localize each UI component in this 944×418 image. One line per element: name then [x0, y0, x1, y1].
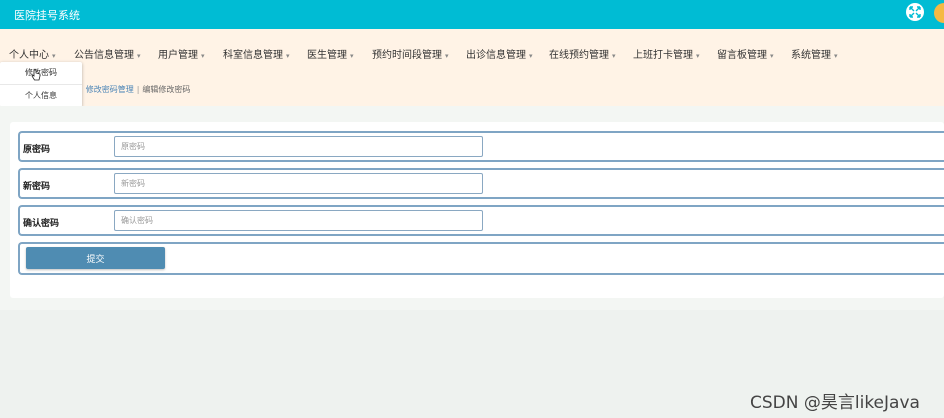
- nav-item-message-board[interactable]: 留言板管理 ▾: [717, 46, 774, 61]
- confirm-password-label: 确认密码: [23, 219, 60, 229]
- chevron-down-icon: ▾: [286, 52, 290, 60]
- dropdown-item-change-password[interactable]: 修改密码: [0, 62, 82, 84]
- top-header: 医院挂号系统: [0, 0, 944, 29]
- hand-cursor-icon: [31, 69, 41, 81]
- watermark: CSDN @昊言likeJava: [750, 393, 920, 413]
- form-row-confirm-password: 确认密码: [18, 205, 944, 236]
- nav-item-time-slots[interactable]: 预约时间段管理 ▾: [372, 46, 449, 61]
- nav-item-clinic-info[interactable]: 出诊信息管理 ▾: [466, 46, 533, 61]
- submit-button[interactable]: 提交: [26, 247, 165, 269]
- chevron-down-icon: ▾: [445, 52, 449, 60]
- nav-item-doctors[interactable]: 医生管理 ▾: [307, 46, 354, 61]
- new-password-input[interactable]: [114, 173, 483, 194]
- form-row-old-password: 原密码: [18, 131, 944, 162]
- form-row-submit: 提交: [18, 242, 944, 275]
- dropdown-item-personal-info[interactable]: 个人信息: [0, 84, 82, 107]
- nav-item-system[interactable]: 系统管理 ▾: [791, 46, 838, 61]
- old-password-input[interactable]: [114, 136, 483, 157]
- chevron-down-icon: ▾: [612, 52, 616, 60]
- fullscreen-icon[interactable]: [906, 3, 924, 21]
- breadcrumb-current: 编辑修改密码: [142, 85, 191, 94]
- new-password-label: 新密码: [23, 182, 51, 192]
- password-form: 原密码 新密码 确认密码 提交: [10, 122, 944, 298]
- old-password-label: 原密码: [23, 145, 51, 155]
- nav-item-announcement[interactable]: 公告信息管理 ▾: [74, 46, 141, 61]
- chevron-down-icon: ▾: [696, 52, 700, 60]
- main-content: 原密码 新密码 确认密码 提交: [0, 106, 944, 310]
- nav-item-department[interactable]: 科室信息管理 ▾: [223, 46, 290, 61]
- chevron-down-icon: ▾: [350, 52, 354, 60]
- personal-center-dropdown: 修改密码 个人信息: [0, 62, 82, 107]
- chevron-down-icon: ▾: [770, 52, 774, 60]
- breadcrumb-separator: |: [136, 85, 140, 94]
- nav-item-users[interactable]: 用户管理 ▾: [158, 46, 205, 61]
- confirm-password-input[interactable]: [114, 210, 483, 231]
- nav-item-personal-center[interactable]: 个人中心 ▾: [9, 46, 56, 61]
- breadcrumb-bar: 首页|修改密码管理|编辑修改密码: [0, 73, 944, 106]
- form-row-new-password: 新密码: [18, 168, 944, 199]
- chevron-down-icon: ▾: [137, 52, 141, 60]
- nav-item-online-booking[interactable]: 在线预约管理 ▾: [549, 46, 616, 61]
- chevron-down-icon: ▾: [52, 52, 56, 60]
- chevron-down-icon: ▾: [529, 52, 533, 60]
- avatar[interactable]: [934, 3, 944, 23]
- chevron-down-icon: ▾: [834, 52, 838, 60]
- app-title: 医院挂号系统: [14, 9, 80, 22]
- breadcrumb-level1[interactable]: 修改密码管理: [86, 85, 134, 94]
- chevron-down-icon: ▾: [201, 52, 205, 60]
- main-nav: 个人中心 ▾ 公告信息管理 ▾ 用户管理 ▾ 科室信息管理 ▾ 医生管理 ▾ 预约时间段管…: [0, 29, 944, 73]
- nav-item-clock-in[interactable]: 上班打卡管理 ▾: [633, 46, 700, 61]
